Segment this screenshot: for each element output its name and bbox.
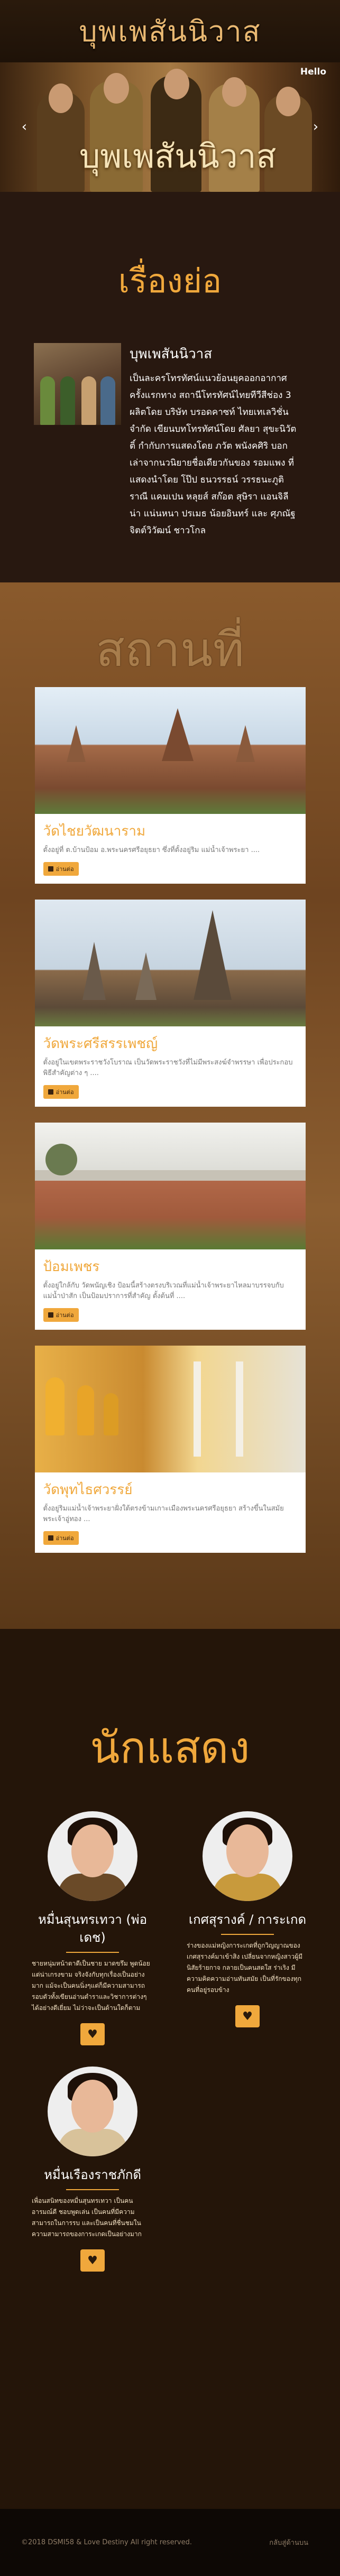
- cast-photo: [203, 1811, 292, 1901]
- cast-bio: ชายหนุ่มหน้าตาดีเป็นชาย มาดขรึม พูดน้อยแ…: [32, 1960, 150, 2012]
- document-icon: [48, 1089, 53, 1095]
- places-section: สถานที่ วัดไชยวัฒนาราม ตั้งอยู่ที่ ต.บ้า…: [0, 582, 340, 1629]
- cast-grid: หมื่นสุนทรเทวา (พ่อเดช) ชายหนุ่มหน้าตาดี…: [0, 1782, 340, 2293]
- back-to-top-link[interactable]: กลับสู่ด้านบน: [269, 2537, 308, 2548]
- hero-figure-head: [104, 73, 129, 104]
- place-card: วัดพุทไธศวรรย์ ตั้งอยู่ริมแม่น้ำเจ้าพระย…: [34, 1346, 306, 1553]
- cast-name: หมื่นเรืองราชภักดี: [44, 2167, 141, 2182]
- place-name[interactable]: วัดพระศรีสรรเพชญ์: [35, 1026, 306, 1058]
- read-more-label: อ่านต่อ: [56, 1089, 74, 1096]
- hero-figure-head: [49, 84, 73, 113]
- cast-section: นักแสดง หมื่นสุนทรเทวา (พ่อเดช) ชายหนุ่ม…: [0, 1629, 340, 2509]
- place-card: วัดไชยวัฒนาราม ตั้งอยู่ที่ ต.บ้านป้อม อ.…: [34, 687, 306, 884]
- read-more-button[interactable]: อ่านต่อ: [43, 1531, 79, 1545]
- place-image: [34, 1346, 306, 1472]
- cast-member: หมื่นเรืองราชภักดี เพื่อนสนิทของหมื่นสุน…: [32, 2067, 153, 2272]
- heart-button[interactable]: ♥: [80, 2249, 105, 2272]
- divider: [66, 1952, 119, 1953]
- synopsis-image: [34, 343, 121, 425]
- heart-button[interactable]: ♥: [235, 2005, 260, 2027]
- chevron-right-icon[interactable]: ›: [307, 117, 324, 136]
- read-more-label: อ่านต่อ: [56, 1312, 74, 1319]
- read-more-button[interactable]: อ่านต่อ: [43, 1308, 79, 1322]
- synopsis-content: บุพเพสันนิวาส เป็นละครโทรทัศน์แนวย้อนยุค…: [0, 343, 340, 539]
- place-card: ป้อมเพชร ตั้งอยู่ใกล้กับ วัดพนัญเชิง ป้อ…: [34, 1123, 306, 1330]
- channel-logo: Hello: [300, 67, 326, 77]
- document-icon: [48, 1535, 53, 1541]
- cast-photo: [48, 2067, 137, 2156]
- hero-slider: Hello บุพเพสันนิวาส ‹ ›: [0, 62, 340, 192]
- cast-name: เกศสุรางค์ / การะเกด: [188, 1912, 307, 1927]
- heart-icon: ♥: [87, 2027, 98, 2041]
- site-footer: ©2018 DSMI58 & Love Destiny All right re…: [0, 2509, 340, 2576]
- place-image: [34, 900, 306, 1026]
- hero-figure-head: [164, 69, 189, 99]
- divider: [66, 2189, 119, 2190]
- cast-title: นักแสดง: [90, 1723, 250, 1773]
- place-name[interactable]: ป้อมเพชร: [35, 1249, 306, 1281]
- divider: [221, 1934, 274, 1935]
- read-more-button[interactable]: อ่านต่อ: [43, 862, 79, 876]
- heart-icon: ♥: [242, 2009, 253, 2023]
- place-image: [34, 1123, 306, 1249]
- places-title: สถานที่: [96, 622, 244, 678]
- cast-name: หมื่นสุนทรเทวา (พ่อเดช): [38, 1912, 147, 1945]
- hero-figure-head: [222, 77, 246, 107]
- read-more-button[interactable]: อ่านต่อ: [43, 1085, 79, 1099]
- place-description: ตั้งอยู่ในเขตพระราชวังโบราณ เป็นวัดพระรา…: [43, 1059, 293, 1077]
- site-logo[interactable]: บุพเพสันนิวาส: [79, 8, 261, 54]
- hero-caption: บุพเพสันนิวาส: [79, 137, 277, 175]
- document-icon: [48, 1312, 53, 1318]
- synopsis-section: เรื่องย่อ บุพเพสันนิวาส เป็นละครโทรทัศน์…: [0, 192, 340, 582]
- place-description: ตั้งอยู่ใกล้กับ วัดพนัญเชิง ป้อมนี้สร้าง…: [43, 1282, 284, 1300]
- read-more-label: อ่านต่อ: [56, 866, 74, 873]
- chevron-left-icon[interactable]: ‹: [16, 117, 33, 136]
- read-more-label: อ่านต่อ: [56, 1535, 74, 1542]
- place-description: ตั้งอยู่ริมแม่น้ำเจ้าพระยาฝั่งใต้ตรงข้าม…: [43, 1505, 284, 1523]
- cast-member: เกศสุรางค์ / การะเกด ร่างของแม่หญิงการะเ…: [187, 1811, 308, 2045]
- cast-photo: [48, 1811, 137, 1901]
- synopsis-heading: บุพเพสันนิวาส: [130, 346, 213, 362]
- cast-bio: เพื่อนสนิทของหมื่นสุนทรเทวา เป็นคนอารมณ์…: [32, 2197, 142, 2238]
- heart-icon: ♥: [87, 2254, 98, 2267]
- synopsis-title: เรื่องย่อ: [118, 262, 222, 300]
- place-description: ตั้งอยู่ที่ ต.บ้านป้อม อ.พระนครศรีอยุธยา…: [43, 846, 260, 854]
- place-name[interactable]: วัดไชยวัฒนาราม: [35, 814, 306, 845]
- place-card: วัดพระศรีสรรเพชญ์ ตั้งอยู่ในเขตพระราชวัง…: [34, 900, 306, 1107]
- document-icon: [48, 866, 53, 872]
- copyright-text: ©2018 DSMI58 & Love Destiny All right re…: [21, 2538, 192, 2546]
- heart-button[interactable]: ♥: [80, 2023, 105, 2045]
- place-name[interactable]: วัดพุทไธศวรรย์: [35, 1472, 306, 1504]
- place-image: [34, 687, 306, 814]
- hero-figure-head: [276, 87, 300, 116]
- cast-bio: ร่างของแม่หญิงการะเกดที่ถูกวิญญาณของเกศส…: [187, 1942, 303, 1994]
- synopsis-body: เป็นละครโทรทัศน์แนวย้อนยุคออกอากาศครั้งแ…: [130, 373, 297, 536]
- cast-member: หมื่นสุนทรเทวา (พ่อเดช) ชายหนุ่มหน้าตาดี…: [32, 1811, 153, 2045]
- synopsis-text: บุพเพสันนิวาส เป็นละครโทรทัศน์แนวย้อนยุค…: [130, 343, 299, 539]
- site-header: บุพเพสันนิวาส: [0, 0, 340, 62]
